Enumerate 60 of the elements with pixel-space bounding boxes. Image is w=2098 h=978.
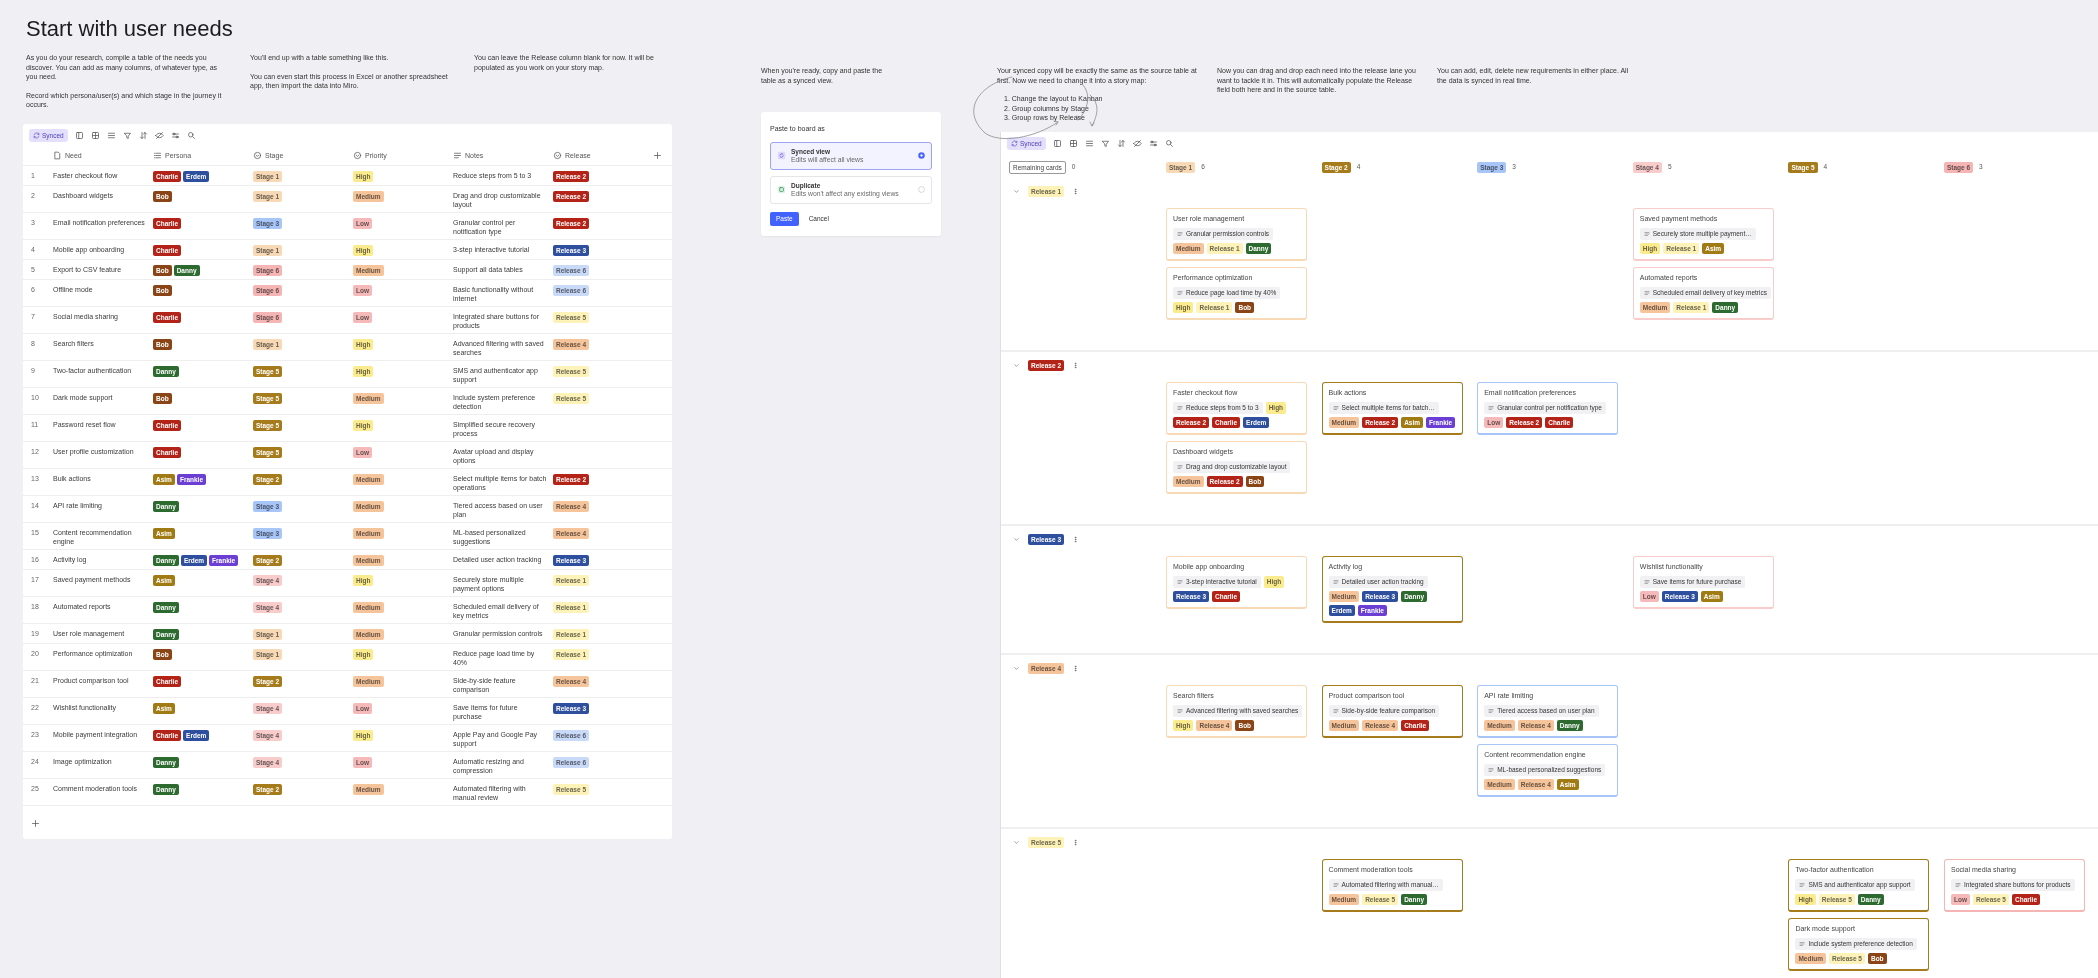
sync-icon (33, 131, 40, 139)
search-icon[interactable] (1164, 138, 1174, 148)
copy-icon (777, 185, 786, 194)
more-icon[interactable] (1072, 839, 1079, 846)
radio-button[interactable] (918, 152, 925, 159)
sort-icon[interactable] (1116, 138, 1126, 148)
page-title: Start with user needs (26, 15, 233, 43)
notes-icon (1177, 707, 1183, 714)
sync-icon (1011, 139, 1018, 147)
notes-icon (1488, 766, 1495, 773)
more-icon[interactable] (1072, 362, 1079, 369)
group-icon[interactable] (90, 130, 100, 140)
column-type-icon (253, 151, 262, 161)
notes-icon (1954, 881, 1961, 888)
rows-icon[interactable] (1084, 138, 1094, 148)
notes-icon (1177, 289, 1183, 296)
notes-icon (1332, 578, 1339, 585)
sliders-icon[interactable] (1148, 138, 1158, 148)
chevron-down-icon[interactable] (1013, 188, 1020, 195)
sync-icon (777, 151, 786, 160)
hide-icon[interactable] (1132, 138, 1142, 148)
chevron-down-icon[interactable] (1013, 536, 1020, 543)
chevron-down-icon[interactable] (1013, 362, 1020, 369)
search-icon[interactable] (186, 130, 196, 140)
notes-icon (1799, 881, 1806, 888)
notes-icon (1177, 578, 1183, 585)
notes-icon (1332, 881, 1339, 888)
notes-icon (1177, 463, 1183, 470)
notes-icon (1332, 404, 1339, 411)
chevron-down-icon[interactable] (1013, 839, 1020, 846)
sliders-icon[interactable] (170, 130, 180, 140)
notes-icon (1332, 707, 1339, 714)
rows-icon[interactable] (106, 130, 116, 140)
notes-icon (1488, 404, 1495, 411)
notes-icon (1177, 404, 1183, 411)
notes-icon (1643, 289, 1650, 296)
filter-icon[interactable] (1100, 138, 1110, 148)
hide-icon[interactable] (154, 130, 164, 140)
add-row-icon[interactable] (31, 819, 40, 829)
notes-icon (1177, 230, 1183, 237)
more-icon[interactable] (1072, 665, 1079, 672)
column-type-icon (553, 151, 562, 161)
column-type-icon (153, 151, 162, 161)
more-icon[interactable] (1072, 188, 1079, 195)
sort-icon[interactable] (138, 130, 148, 140)
column-type-icon (353, 151, 362, 161)
notes-icon (1488, 707, 1495, 714)
group-icon[interactable] (1068, 138, 1078, 148)
column-type-icon (53, 151, 62, 161)
radio-button[interactable] (918, 186, 925, 193)
notes-icon (1799, 940, 1806, 947)
notes-icon (1643, 578, 1650, 585)
notes-icon (1643, 230, 1650, 237)
column-type-icon (453, 151, 462, 161)
chevron-down-icon[interactable] (1013, 665, 1020, 672)
layout-icon[interactable] (74, 130, 84, 140)
more-icon[interactable] (1072, 536, 1079, 543)
add-column-icon[interactable] (653, 151, 662, 161)
layout-icon[interactable] (1052, 138, 1062, 148)
filter-icon[interactable] (122, 130, 132, 140)
